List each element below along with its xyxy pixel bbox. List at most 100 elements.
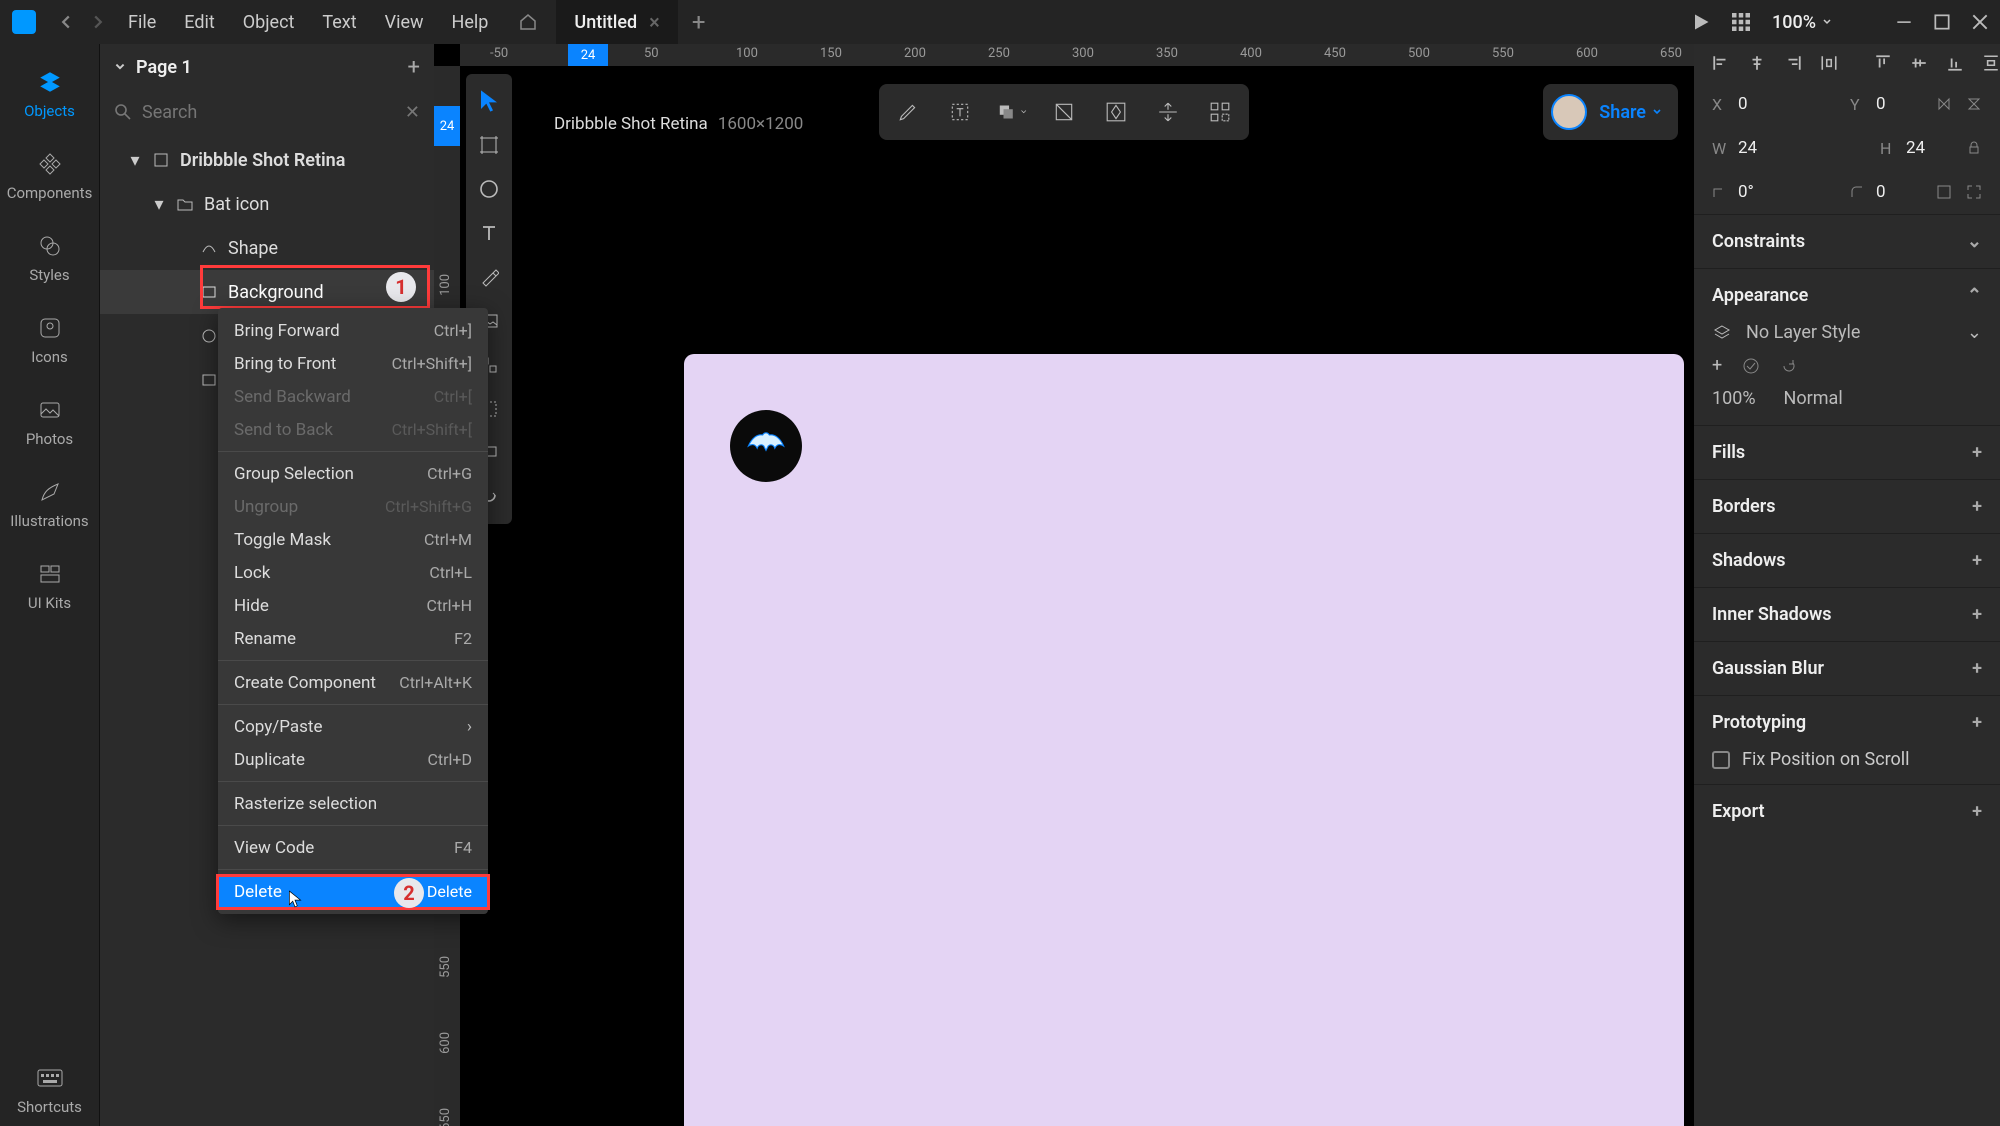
artboard[interactable] — [684, 354, 1684, 1126]
cm-copy-paste[interactable]: Copy/Paste› — [218, 710, 488, 743]
tool-frame[interactable] — [470, 126, 508, 164]
section-export[interactable]: Export + — [1694, 784, 2000, 838]
mask-icon[interactable] — [1049, 97, 1079, 127]
cm-group-selection[interactable]: Group SelectionCtrl+G — [218, 457, 488, 490]
tab-add-button[interactable]: + — [692, 8, 706, 36]
boolean-icon[interactable] — [997, 97, 1027, 127]
reset-style-icon[interactable] — [1780, 357, 1798, 375]
radius-field[interactable]: 0 — [1850, 182, 1922, 202]
radius-corners-icon[interactable] — [1966, 184, 1982, 200]
align-right-icon[interactable] — [1784, 54, 1802, 72]
home-icon[interactable] — [518, 12, 538, 32]
add-icon[interactable]: + — [1972, 658, 1982, 679]
user-avatar[interactable] — [1551, 94, 1587, 130]
lock-ratio-icon[interactable] — [1966, 140, 1982, 156]
add-icon[interactable]: + — [1972, 442, 1982, 463]
align-top-icon[interactable] — [1874, 54, 1892, 72]
layer-group[interactable]: ▾ Bat icon — [100, 182, 434, 226]
edit-text-icon[interactable] — [945, 97, 975, 127]
component-create-icon[interactable] — [1101, 97, 1131, 127]
flip-h-icon[interactable] — [1936, 96, 1952, 112]
cm-bring-to-front[interactable]: Bring to FrontCtrl+Shift+] — [218, 347, 488, 380]
add-icon[interactable]: + — [1972, 550, 1982, 571]
distribute-h-icon[interactable] — [1820, 54, 1838, 72]
canvas[interactable]: -50 0 50 100 150 200 250 300 350 400 450… — [434, 44, 1694, 1126]
cm-create-component[interactable]: Create ComponentCtrl+Alt+K — [218, 666, 488, 699]
add-icon[interactable]: + — [1972, 801, 1982, 822]
cm-rename[interactable]: RenameF2 — [218, 622, 488, 655]
section-prototyping[interactable]: Prototyping + — [1694, 695, 2000, 749]
cm-view-code[interactable]: View CodeF4 — [218, 831, 488, 864]
cm-rasterize[interactable]: Rasterize selection — [218, 787, 488, 820]
tab-close-icon[interactable]: × — [649, 10, 660, 34]
radius-expand-icon[interactable] — [1936, 184, 1952, 200]
grid-icon[interactable] — [1732, 13, 1750, 31]
rail-uikits[interactable]: UI Kits — [0, 550, 99, 622]
theme-icon[interactable] — [1854, 12, 1874, 32]
nav-forward-button[interactable] — [84, 8, 112, 36]
layer-style-icon[interactable] — [1712, 323, 1732, 343]
align-center-v-icon[interactable] — [1910, 54, 1928, 72]
menu-object[interactable]: Object — [231, 6, 307, 39]
document-tab[interactable]: Untitled × — [556, 0, 677, 44]
align-icon[interactable] — [1153, 97, 1183, 127]
layer-frame[interactable]: ▾ Dribbble Shot Retina — [100, 138, 434, 182]
page-header[interactable]: Page 1 + — [100, 44, 434, 90]
flip-v-icon[interactable] — [1966, 96, 1982, 112]
align-bottom-icon[interactable] — [1946, 54, 1964, 72]
section-constraints[interactable]: Constraints ⌄ — [1694, 214, 2000, 268]
section-inner-shadows[interactable]: Inner Shadows + — [1694, 587, 2000, 641]
frame-label[interactable]: Dribbble Shot Retina 1600×1200 — [554, 114, 803, 134]
cm-toggle-mask[interactable]: Toggle MaskCtrl+M — [218, 523, 488, 556]
cm-lock[interactable]: LockCtrl+L — [218, 556, 488, 589]
add-icon[interactable]: + — [1972, 712, 1982, 733]
cm-send-backward[interactable]: Send BackwardCtrl+[ — [218, 380, 488, 413]
cm-ungroup[interactable]: UngroupCtrl+Shift+G — [218, 490, 488, 523]
layer-shape[interactable]: ▾ Shape — [100, 226, 434, 270]
rail-styles[interactable]: Styles — [0, 222, 99, 294]
section-appearance[interactable]: Appearance ⌃ — [1694, 268, 2000, 322]
rail-components[interactable]: Components — [0, 140, 99, 212]
blend-mode-dropdown[interactable]: Normal — [1784, 388, 1843, 409]
section-blur[interactable]: Gaussian Blur + — [1694, 641, 2000, 695]
menu-text[interactable]: Text — [310, 6, 368, 39]
rail-illustrations[interactable]: Illustrations — [0, 468, 99, 540]
edit-icon[interactable] — [893, 97, 923, 127]
tool-ellipse[interactable] — [470, 170, 508, 208]
cm-bring-forward[interactable]: Bring ForwardCtrl+] — [218, 314, 488, 347]
window-minimize-icon[interactable] — [1896, 14, 1912, 30]
rail-photos[interactable]: Photos — [0, 386, 99, 458]
tool-select[interactable] — [470, 82, 508, 120]
nav-back-button[interactable] — [52, 8, 80, 36]
detach-style-icon[interactable] — [1742, 357, 1760, 375]
tidy-icon[interactable] — [1205, 97, 1235, 127]
zoom-dropdown[interactable]: 100% — [1772, 12, 1832, 33]
window-close-icon[interactable] — [1972, 14, 1988, 30]
section-borders[interactable]: Borders + — [1694, 479, 2000, 533]
section-fills[interactable]: Fills + — [1694, 425, 2000, 479]
cm-send-to-back[interactable]: Send to BackCtrl+Shift+[ — [218, 413, 488, 446]
rail-shortcuts[interactable]: Shortcuts — [0, 1054, 99, 1126]
play-icon[interactable] — [1692, 13, 1710, 31]
cm-duplicate[interactable]: DuplicateCtrl+D — [218, 743, 488, 776]
x-field[interactable]: X0 — [1712, 94, 1784, 114]
distribute-v-icon[interactable] — [1982, 54, 2000, 72]
bat-icon-object[interactable] — [730, 410, 802, 482]
w-field[interactable]: W24 — [1712, 138, 1784, 158]
rail-icons[interactable]: Icons — [0, 304, 99, 376]
rotation-field[interactable]: 0° — [1712, 182, 1784, 202]
clear-search-icon[interactable]: ✕ — [405, 102, 420, 123]
app-logo[interactable] — [12, 10, 36, 34]
cm-hide[interactable]: HideCtrl+H — [218, 589, 488, 622]
window-maximize-icon[interactable] — [1934, 14, 1950, 30]
rail-objects[interactable]: Objects — [0, 58, 99, 130]
add-icon[interactable]: + — [1972, 496, 1982, 517]
search-input[interactable] — [142, 102, 395, 123]
y-field[interactable]: Y0 — [1850, 94, 1922, 114]
section-shadows[interactable]: Shadows + — [1694, 533, 2000, 587]
opacity-field[interactable]: 100% — [1712, 388, 1756, 409]
share-button[interactable]: Share — [1599, 102, 1662, 123]
tool-text[interactable] — [470, 214, 508, 252]
menu-view[interactable]: View — [373, 6, 436, 39]
menu-help[interactable]: Help — [440, 6, 501, 39]
